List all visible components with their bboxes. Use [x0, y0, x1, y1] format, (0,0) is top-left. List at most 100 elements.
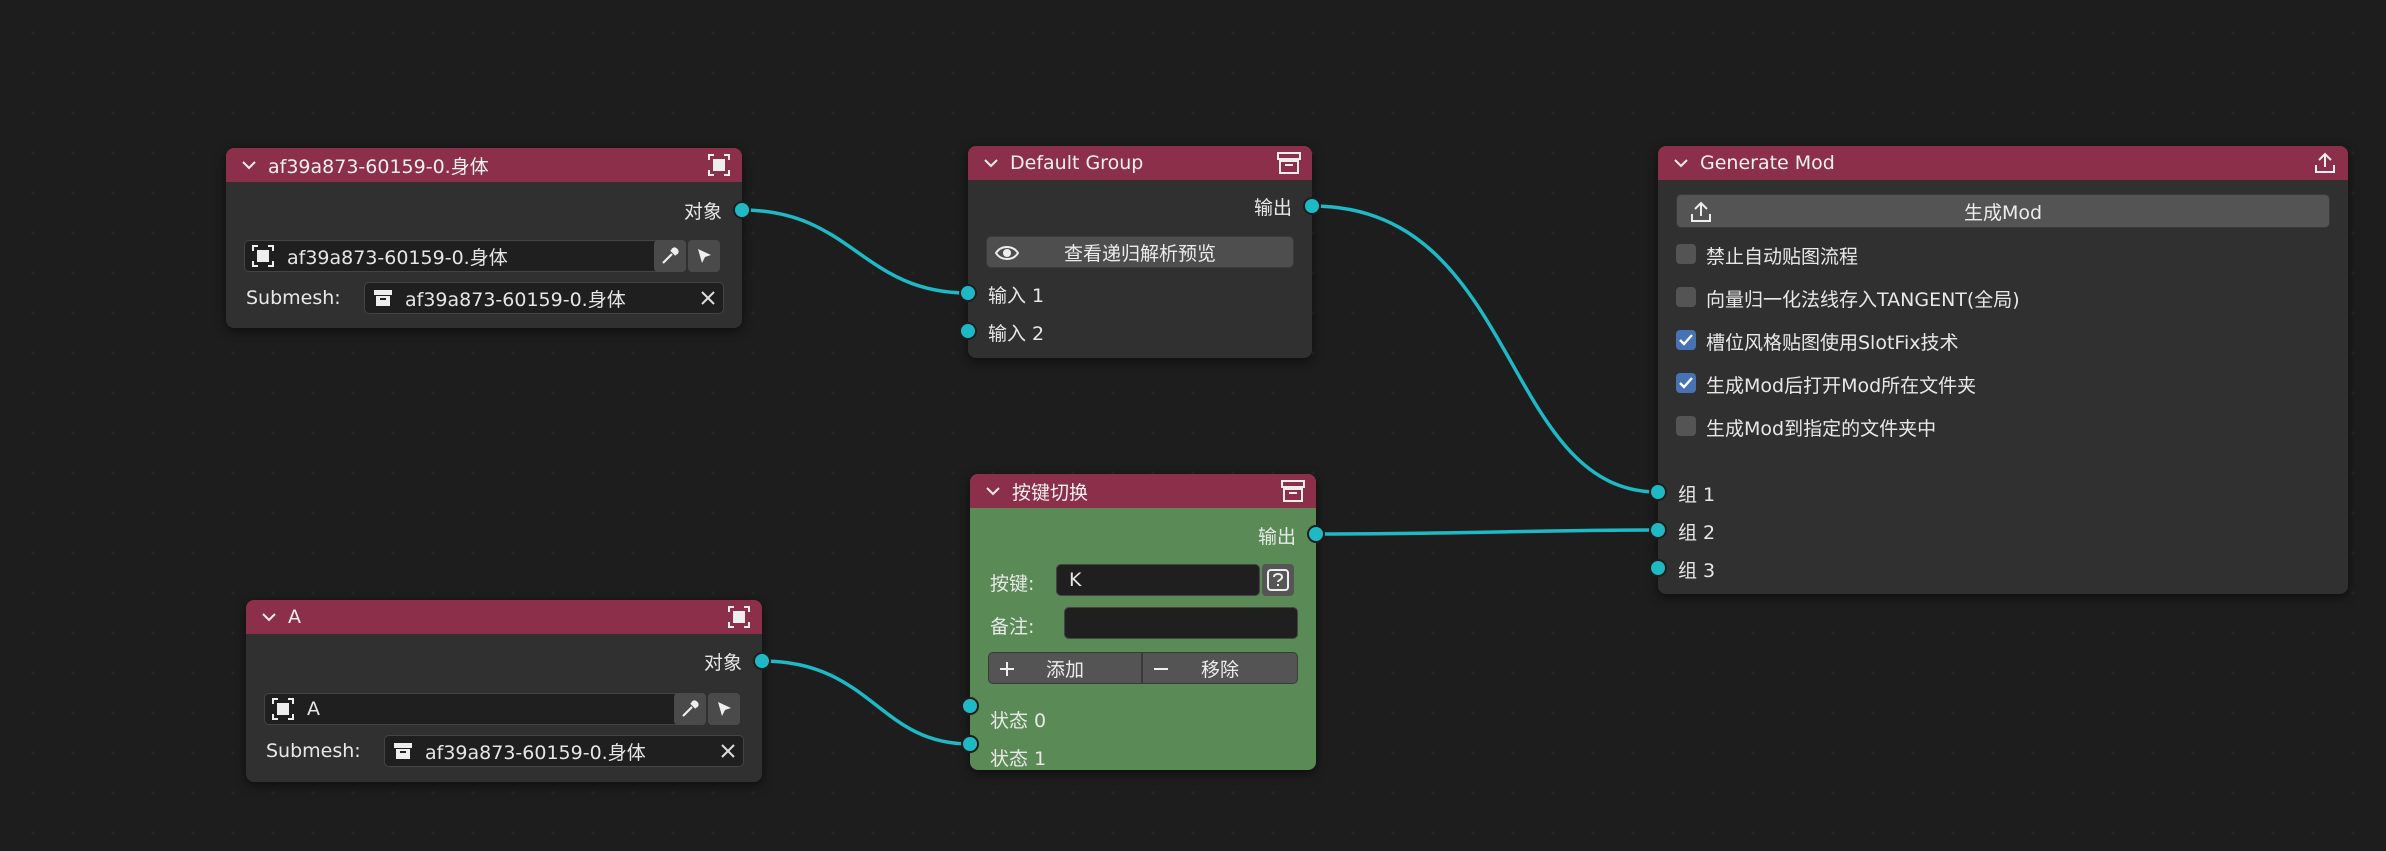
node-title: A	[288, 606, 301, 628]
default-group-node[interactable]: Default Group 输出 查看递归解析预览 输入 1 输入 2	[968, 146, 1312, 358]
key-capture-button[interactable]	[1262, 564, 1294, 596]
generate-mod-node[interactable]: Generate Mod 生成Mod 禁止自动贴图流程 向量归一化法线存入TAN…	[1658, 146, 2348, 594]
object-value: af39a873-60159-0.身体	[287, 246, 508, 269]
key-switch-node[interactable]: 按键切换 输出 按键: K 备注: 添加 移除 状态 0 状态 1	[970, 474, 1316, 770]
state-0-socket[interactable]	[961, 697, 979, 715]
generate-mod-label: 生成Mod	[1963, 201, 2043, 224]
option-label-2: 槽位风格贴图使用SlotFix技术	[1706, 332, 1959, 354]
object-node-1[interactable]: af39a873-60159-0.身体 对象 af39a873-60159-0.…	[226, 148, 742, 328]
chevron-down-icon[interactable]	[260, 608, 278, 626]
pick-cursor-button[interactable]	[688, 240, 720, 272]
object1-output-socket[interactable]	[733, 201, 751, 219]
output-label: 输出	[1253, 197, 1292, 219]
pick-cursor-button[interactable]	[708, 693, 740, 725]
group-2-socket[interactable]	[1649, 521, 1667, 539]
key-value: K	[1069, 569, 1082, 591]
input-1-socket[interactable]	[959, 284, 977, 302]
group-3-socket[interactable]	[1649, 559, 1667, 577]
plus-icon	[999, 661, 1015, 677]
remove-state-button[interactable]: 移除	[1142, 652, 1298, 684]
object-selector[interactable]: af39a873-60159-0.身体	[244, 240, 678, 272]
option-label-4: 生成Mod到指定的文件夹中	[1706, 418, 1937, 440]
chevron-down-icon[interactable]	[984, 482, 1002, 500]
output-label: 对象	[683, 201, 722, 223]
object-node-2[interactable]: A 对象 A Submesh: af39a873-60159-0.身体	[246, 600, 762, 782]
object-frame-icon	[726, 604, 752, 630]
option-checkbox-3[interactable]	[1676, 373, 1696, 393]
object2-output-socket[interactable]	[753, 652, 771, 670]
wire-object2-to-state1[interactable]	[761, 659, 971, 746]
note-input[interactable]	[1064, 607, 1298, 639]
node-title: Default Group	[1010, 152, 1144, 174]
option-checkbox-2[interactable]	[1676, 330, 1696, 350]
checkmark-icon	[1679, 377, 1693, 389]
eyedropper-button[interactable]	[654, 240, 686, 272]
submesh-value: af39a873-60159-0.身体	[405, 288, 626, 311]
wire-defaultgroup-to-group1[interactable]	[1311, 204, 1659, 494]
submesh-label: Submesh:	[246, 287, 341, 309]
submesh-label: Submesh:	[266, 740, 361, 762]
state-label-0: 状态 0	[990, 710, 1047, 732]
chevron-down-icon[interactable]	[240, 156, 258, 174]
group-1-socket[interactable]	[1649, 483, 1667, 501]
node-header[interactable]: Generate Mod	[1658, 146, 2348, 180]
option-checkbox-1[interactable]	[1676, 287, 1696, 307]
note-label: 备注:	[990, 616, 1035, 638]
generate-mod-button[interactable]: 生成Mod	[1676, 194, 2330, 228]
close-icon[interactable]	[713, 743, 743, 759]
key-switch-output-socket[interactable]	[1307, 525, 1325, 543]
node-title: Generate Mod	[1700, 152, 1835, 174]
submesh-selector[interactable]: af39a873-60159-0.身体	[364, 282, 724, 314]
object-frame-icon	[251, 244, 275, 268]
object-value: A	[307, 698, 320, 720]
cursor-pointer-icon	[714, 699, 734, 719]
key-label: 按键:	[990, 573, 1035, 595]
recursive-preview-button[interactable]: 查看递归解析预览	[986, 236, 1294, 268]
question-key-icon	[1267, 569, 1289, 591]
state-label-1: 状态 1	[990, 748, 1047, 770]
group-label-3: 组 3	[1678, 560, 1716, 582]
node-header[interactable]: 按键切换	[970, 474, 1316, 508]
input-2-socket[interactable]	[959, 322, 977, 340]
option-label-3: 生成Mod后打开Mod所在文件夹	[1706, 375, 1977, 397]
cursor-pointer-icon	[694, 246, 714, 266]
export-upload-icon	[1689, 200, 1713, 224]
option-checkbox-4[interactable]	[1676, 416, 1696, 436]
state-1-socket[interactable]	[961, 735, 979, 753]
eyedropper-icon	[660, 246, 680, 266]
chevron-down-icon[interactable]	[982, 154, 1000, 172]
chevron-down-icon[interactable]	[1672, 154, 1690, 172]
wire-object1-to-input1[interactable]	[741, 208, 969, 295]
submesh-selector[interactable]: af39a873-60159-0.身体	[384, 735, 744, 767]
group-label-1: 组 1	[1678, 484, 1716, 506]
node-header[interactable]: af39a873-60159-0.身体	[226, 148, 742, 182]
eyedropper-icon	[680, 699, 700, 719]
eye-icon	[995, 243, 1019, 263]
node-header[interactable]: A	[246, 600, 762, 634]
export-upload-icon	[2312, 150, 2338, 176]
node-title: 按键切换	[1012, 481, 1089, 504]
eyedropper-button[interactable]	[674, 693, 706, 725]
close-icon[interactable]	[693, 290, 723, 306]
node-title: af39a873-60159-0.身体	[268, 155, 489, 178]
wire-keyswitch-to-group2[interactable]	[1315, 528, 1659, 536]
archive-box-icon	[1276, 150, 1302, 176]
object-frame-icon	[706, 152, 732, 178]
input-label-2: 输入 2	[988, 323, 1045, 345]
key-input[interactable]: K	[1056, 564, 1260, 596]
output-label: 输出	[1257, 526, 1296, 548]
object-selector[interactable]: A	[264, 693, 698, 725]
input-label-1: 输入 1	[988, 285, 1045, 307]
option-label-1: 向量归一化法线存入TANGENT(全局)	[1706, 289, 2020, 311]
archive-box-icon	[393, 741, 413, 761]
submesh-value: af39a873-60159-0.身体	[425, 741, 646, 764]
option-checkbox-0[interactable]	[1676, 244, 1696, 264]
add-state-button[interactable]: 添加	[988, 652, 1142, 684]
default-group-output-socket[interactable]	[1303, 197, 1321, 215]
recursive-preview-label: 查看递归解析预览	[1063, 242, 1216, 265]
remove-state-label: 移除	[1200, 658, 1239, 681]
archive-box-icon	[1280, 478, 1306, 504]
object-frame-icon	[271, 697, 295, 721]
node-header[interactable]: Default Group	[968, 146, 1312, 180]
minus-icon	[1153, 661, 1169, 677]
